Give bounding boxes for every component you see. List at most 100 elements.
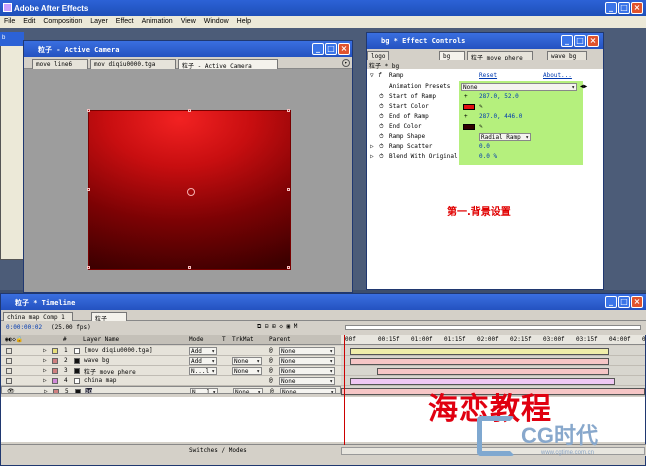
label-color-swatch[interactable] (52, 368, 58, 374)
stopwatch-icon[interactable]: ⏱ (379, 93, 384, 101)
presets-dropdown[interactable]: None ▾ (461, 83, 577, 91)
mode-dropdown[interactable]: Add ▾ (189, 357, 217, 365)
current-time[interactable]: 0:00:00:02 (6, 324, 42, 331)
menu-effect[interactable]: Effect (112, 16, 138, 25)
handle-ml[interactable] (87, 188, 90, 191)
parent-dropdown[interactable]: None ▾ (279, 357, 335, 365)
tl-maximize-icon[interactable]: □ (618, 296, 630, 308)
pickwhip-icon[interactable]: @ (269, 367, 273, 374)
mode-dropdown[interactable]: N...l ▾ (190, 388, 218, 393)
handle-tl[interactable] (87, 109, 90, 112)
stopwatch-icon[interactable]: ⏱ (379, 123, 384, 131)
crosshair-icon[interactable]: + (464, 93, 468, 100)
tl-close-icon[interactable]: × (631, 296, 643, 308)
mode-dropdown[interactable]: Add ▾ (189, 347, 217, 355)
comp-maximize-icon[interactable]: □ (325, 43, 337, 55)
layer-row[interactable]: 👁 ▷ 5 bg N...l ▾ None ▾ @ None ▾ (1, 386, 341, 394)
end-color-swatch[interactable] (463, 124, 475, 130)
expand-triangle-icon[interactable]: ▷ (43, 377, 47, 384)
layer-duration-bar[interactable] (350, 348, 609, 355)
expand-triangle-icon[interactable]: ▷ (370, 153, 374, 160)
layer-row[interactable]: ▷ 4 china map @ None ▾ (1, 376, 341, 386)
handle-tr[interactable] (287, 109, 290, 112)
comp-minimize-icon[interactable]: _ (312, 43, 324, 55)
handle-mr[interactable] (287, 188, 290, 191)
eyedropper-icon[interactable]: ✎ (479, 103, 483, 110)
header-mode[interactable]: Mode (189, 336, 203, 343)
tab-active-camera[interactable]: 粒子 - Active Camera (178, 59, 278, 69)
param-value[interactable]: 287.0, 446.0 (479, 113, 522, 120)
menu-layer[interactable]: Layer (86, 16, 112, 25)
menu-edit[interactable]: Edit (19, 16, 39, 25)
about-link[interactable]: About... (543, 72, 572, 79)
expand-triangle-icon[interactable]: ▷ (370, 143, 374, 150)
current-time-indicator[interactable] (344, 335, 345, 445)
menu-view[interactable]: View (177, 16, 200, 25)
time-ruler[interactable]: 00f 00:15f 01:00f 01:15f 02:00f 02:15f 03:00f 0… (341, 335, 646, 345)
expand-triangle-icon[interactable]: ▷ (43, 347, 47, 354)
stopwatch-icon[interactable]: ⏱ (379, 153, 384, 161)
collapse-triangle-icon[interactable]: ▽ (370, 72, 374, 79)
pickwhip-icon[interactable]: @ (270, 388, 274, 393)
layer-row[interactable]: ▷ 3 粒子 move phere N...l ▾ None ▾ @ None ▾ (1, 366, 341, 376)
comp-menu-arrow-icon[interactable]: ▸ (342, 59, 350, 67)
expand-triangle-icon[interactable]: ▷ (43, 367, 47, 374)
project-panel[interactable] (0, 32, 24, 260)
parent-dropdown[interactable]: None ▾ (279, 367, 335, 375)
minimize-icon[interactable]: _ (605, 2, 617, 14)
visibility-switch[interactable] (6, 378, 12, 384)
ramp-shape-dropdown[interactable]: Radial Ramp ▾ (479, 133, 531, 141)
trkmat-dropdown[interactable]: None ▾ (232, 367, 262, 375)
crosshair-icon[interactable]: + (464, 113, 468, 120)
start-color-swatch[interactable] (463, 104, 475, 110)
layer-row[interactable]: ▷ 1 [mov diqiu0000.tga] Add ▾ @ None ▾ (1, 346, 341, 356)
switches-modes-toggle[interactable]: Switches / Modes (189, 447, 247, 454)
param-value[interactable]: 0.0 (479, 143, 490, 150)
handle-tm[interactable] (188, 109, 191, 112)
menu-window[interactable]: Window (200, 16, 233, 25)
layer-name[interactable]: china map (84, 377, 117, 384)
trkmat-dropdown[interactable]: None ▾ (232, 357, 262, 365)
header-parent[interactable]: Parent (269, 336, 291, 343)
parent-dropdown[interactable]: None ▾ (279, 377, 335, 385)
param-value[interactable]: 0.0 % (479, 153, 497, 160)
label-color-swatch[interactable] (52, 358, 58, 364)
layer-name[interactable]: bg (85, 388, 93, 393)
label-color-swatch[interactable] (52, 378, 58, 384)
layer-name[interactable]: wave bg (84, 357, 109, 364)
anchor-point-icon[interactable] (187, 188, 195, 196)
layer-name[interactable]: 粒子 move phere (84, 367, 136, 376)
red-gradient-canvas[interactable] (87, 109, 291, 270)
pickwhip-icon[interactable]: @ (269, 347, 273, 354)
expand-triangle-icon[interactable]: ▷ (43, 357, 47, 364)
stopwatch-icon[interactable]: ⏱ (379, 133, 384, 141)
handle-bl[interactable] (87, 266, 90, 269)
fx-maximize-icon[interactable]: □ (574, 35, 586, 47)
layer-track[interactable] (341, 356, 645, 366)
menu-composition[interactable]: Composition (39, 16, 86, 25)
label-color-swatch[interactable] (52, 348, 58, 354)
maximize-icon[interactable]: □ (618, 2, 630, 14)
trkmat-dropdown[interactable]: None ▾ (233, 388, 263, 393)
stopwatch-icon[interactable]: ⏱ (379, 103, 384, 111)
pickwhip-icon[interactable]: @ (269, 377, 273, 384)
header-trkmat[interactable]: TrkMat (232, 336, 254, 343)
visibility-switch[interactable] (6, 348, 12, 354)
tab-move-line6[interactable]: move line6 (32, 59, 88, 69)
header-layer-name[interactable]: Layer Name (83, 336, 119, 343)
menu-file[interactable]: File (0, 16, 19, 25)
tl-minimize-icon[interactable]: _ (605, 296, 617, 308)
parent-dropdown[interactable]: None ▾ (280, 388, 336, 393)
eye-icon[interactable]: 👁 (7, 388, 15, 393)
handle-bm[interactable] (188, 266, 191, 269)
layer-name[interactable]: [mov diqiu0000.tga] (84, 347, 153, 354)
expand-triangle-icon[interactable]: ▷ (44, 388, 48, 393)
layer-row[interactable]: ▷ 2 wave bg Add ▾ None ▾ @ None ▾ (1, 356, 341, 366)
eyedropper-icon[interactable]: ✎ (479, 123, 483, 130)
parent-dropdown[interactable]: None ▾ (279, 347, 335, 355)
menu-animation[interactable]: Animation (138, 16, 177, 25)
param-value[interactable]: 287.0, 52.0 (479, 93, 519, 100)
preset-nav-icon[interactable]: ◀▶ (580, 83, 587, 90)
mode-dropdown[interactable]: N...l ▾ (189, 367, 217, 375)
handle-br[interactable] (287, 266, 290, 269)
